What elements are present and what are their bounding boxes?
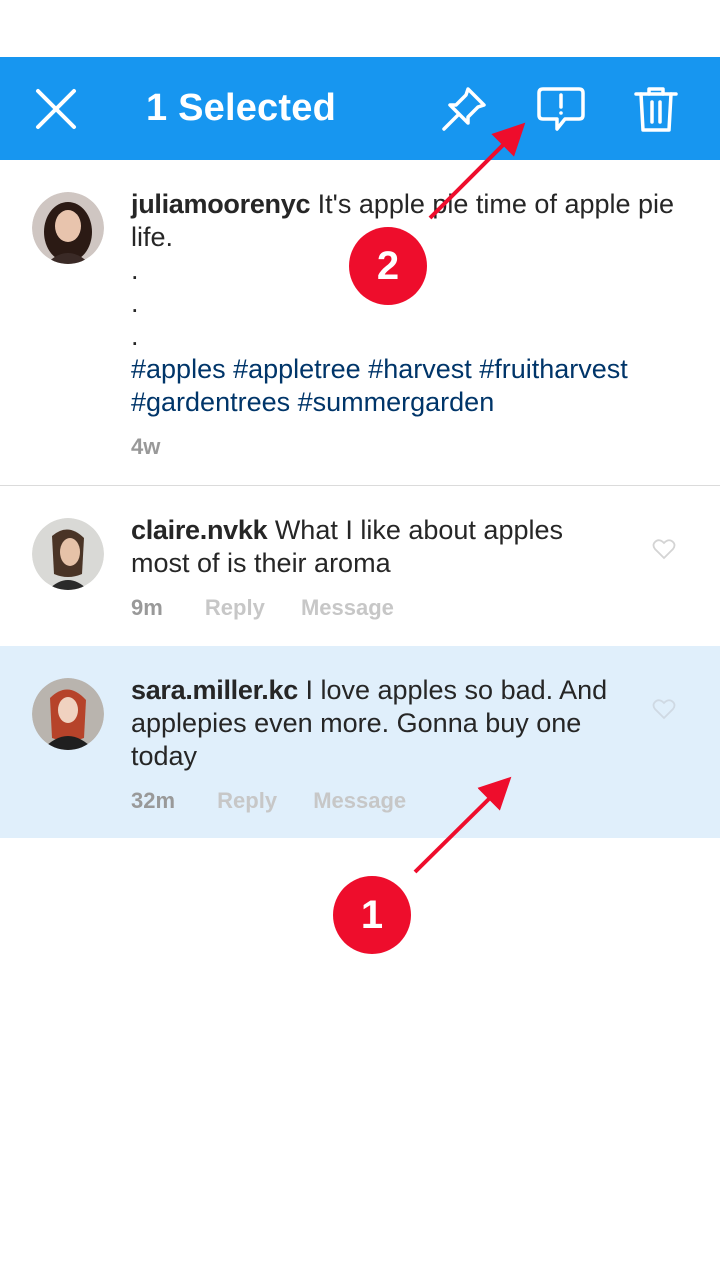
annotation-badge-2: 2 (349, 227, 427, 305)
annotation-arrow (413, 776, 512, 874)
annotation-arrow (428, 122, 526, 220)
annotation-arrows (413, 122, 526, 874)
annotation-badge-1: 1 (333, 876, 411, 954)
